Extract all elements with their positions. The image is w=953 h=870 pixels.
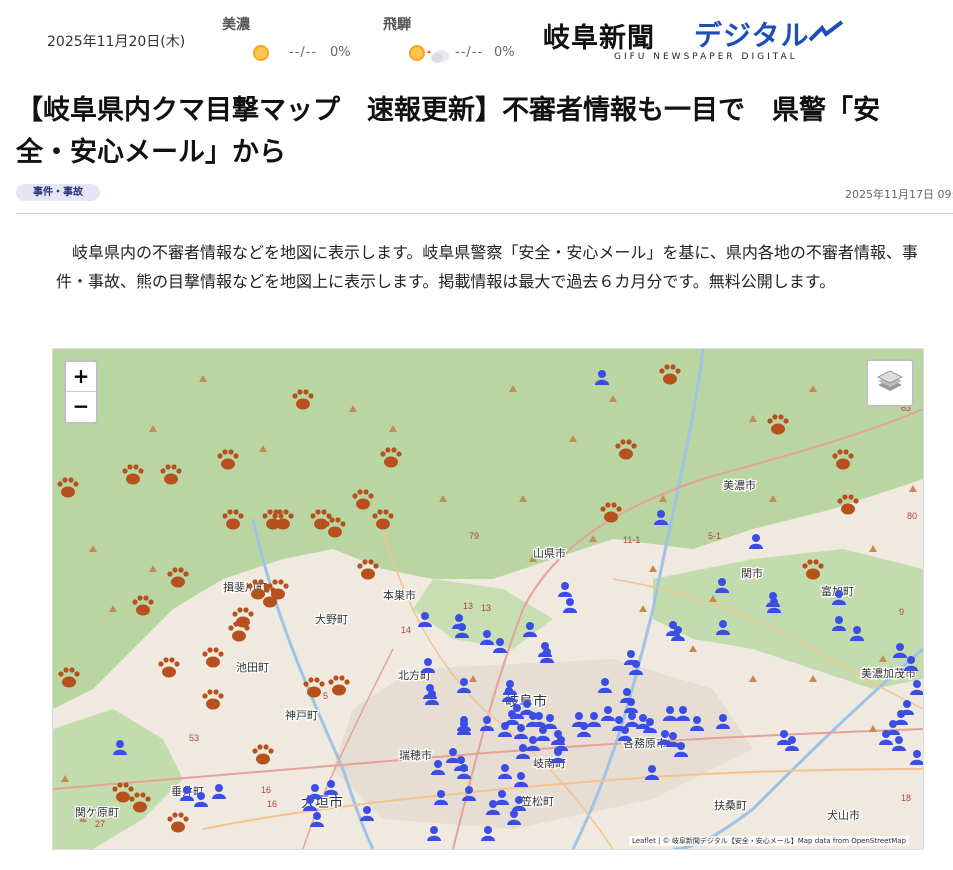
place-label: 本巣市 xyxy=(383,588,416,602)
place-label: 犬山市 xyxy=(827,808,860,822)
sunny-then-cloudy-icon xyxy=(409,45,449,63)
place-label: 関ケ原町 xyxy=(75,806,119,819)
road-number: 18 xyxy=(901,793,911,803)
place-label: 扶桑町 xyxy=(714,798,747,812)
weather-region-mino: 美濃 xyxy=(222,17,250,33)
map-attribution[interactable]: Leaflet | © 岐阜新聞デジタル【安全・安心メール】Map data f… xyxy=(629,836,909,846)
layers-button[interactable] xyxy=(866,359,914,407)
map-canvas[interactable]: 美濃市山県市関市本巣市揖斐川町池田町北方町岐阜市各務原市神戸町瑞穂市岐南町笠松町… xyxy=(53,349,923,849)
road-number: 16 xyxy=(261,785,271,795)
category-tag[interactable]: 事件・事故 xyxy=(16,184,100,201)
incident-map[interactable]: 美濃市山県市関市本巣市揖斐川町池田町北方町岐阜市各務原市神戸町瑞穂市岐南町笠松町… xyxy=(52,348,924,850)
logo-gifu-shimbun[interactable]: 岐阜新聞 xyxy=(543,16,655,55)
road-number: 11-1 xyxy=(623,535,640,545)
place-label: 美濃市 xyxy=(723,478,756,492)
place-label: 関市 xyxy=(741,566,763,580)
road-number: 53 xyxy=(189,733,199,743)
place-label: 瑞穂市 xyxy=(399,748,432,762)
zoom-control[interactable]: + − xyxy=(64,360,98,424)
published-date: 2025年11月17日 09: xyxy=(845,188,953,201)
article-lead: 岐阜県内の不審者情報などを地図に表示します。岐阜県警察「安全・安心メール」を基に… xyxy=(56,243,918,291)
zoom-out-button[interactable]: − xyxy=(66,392,96,421)
road-number: 5 xyxy=(323,691,328,701)
sunny-icon xyxy=(253,45,269,61)
weather-precip-hida: 0% xyxy=(494,45,515,60)
place-label: 池田町 xyxy=(236,661,269,674)
weather-temp-mino: --/-- xyxy=(289,45,318,60)
road-number: 9 xyxy=(899,607,904,617)
logo-swoosh-icon xyxy=(808,20,844,42)
layers-icon xyxy=(877,370,903,391)
place-label: 笠松町 xyxy=(521,794,554,808)
road-number: 5-1 xyxy=(708,531,721,541)
road-number: 13 xyxy=(463,601,473,611)
road-number: 13 xyxy=(481,603,491,613)
weather-temp-hida: --/-- xyxy=(455,45,484,60)
place-label: 山県市 xyxy=(533,546,566,560)
road-number: 79 xyxy=(469,531,479,541)
logo-digital[interactable]: デジタル xyxy=(694,14,809,54)
zoom-in-button[interactable]: + xyxy=(66,362,96,392)
weather-precip-mino: 0% xyxy=(330,45,351,60)
place-label: 神戸町 xyxy=(285,708,318,722)
weather-region-hida: 飛騨 xyxy=(383,17,411,33)
article-title: 【岐阜県内クマ目撃マップ 速報更新】不審者情報も一目で 県警「安全・安心メール」… xyxy=(16,95,880,168)
logo-subtitle: GIFU NEWSPAPER DIGITAL xyxy=(614,52,798,62)
road-number: 14 xyxy=(401,625,411,635)
divider xyxy=(16,213,953,214)
road-number: 80 xyxy=(907,511,917,521)
road-number: 27 xyxy=(95,819,105,829)
place-label: 大野町 xyxy=(315,612,348,626)
road-number: 16 xyxy=(267,799,277,809)
header-date: 2025年11月20日(木) xyxy=(47,34,186,50)
